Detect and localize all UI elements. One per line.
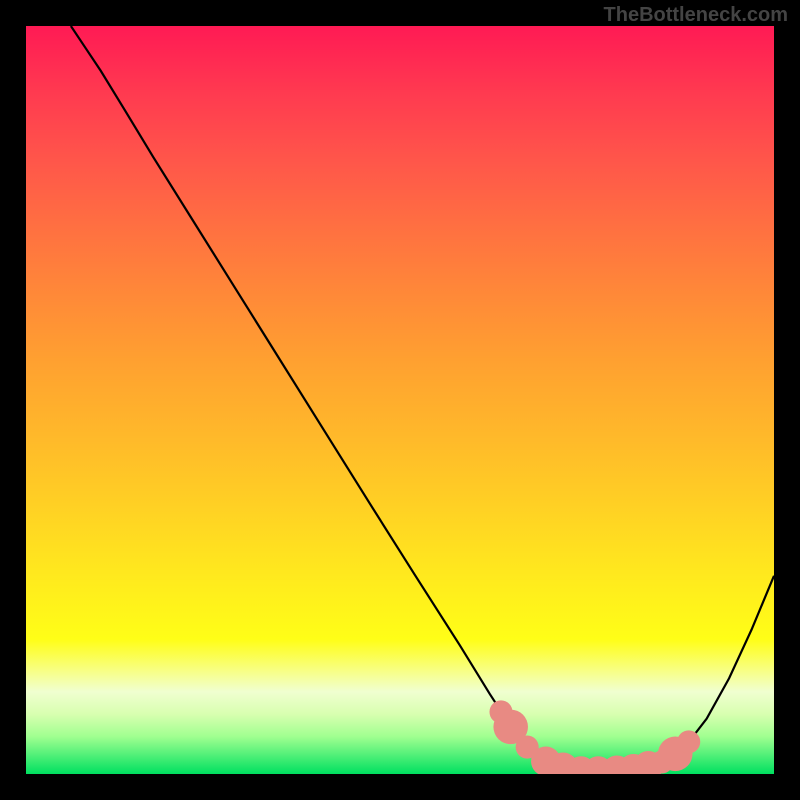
attribution-text: TheBottleneck.com	[604, 4, 788, 27]
bottleneck-curve	[71, 26, 774, 772]
plot-area	[26, 26, 774, 774]
marker-group	[489, 700, 700, 774]
chart-svg	[26, 26, 774, 774]
curve-marker	[677, 730, 700, 753]
